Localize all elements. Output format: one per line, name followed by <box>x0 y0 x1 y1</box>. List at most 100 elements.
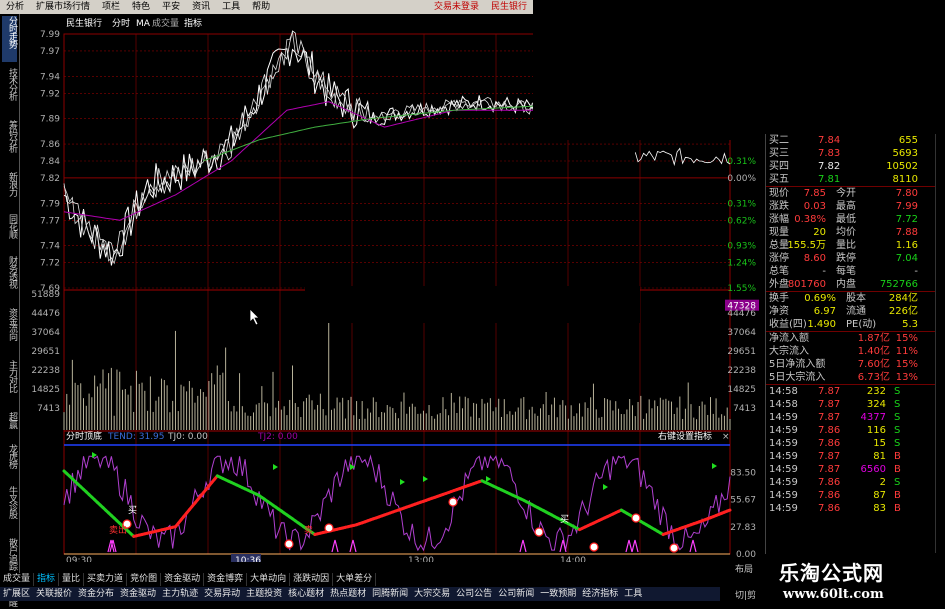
left-tab-6[interactable]: 资金流向 <box>2 308 17 354</box>
chart-header: 民生银行 分时 MA 成交量 指标 <box>66 17 202 29</box>
menu-item-7[interactable]: 帮助 <box>246 0 276 14</box>
tick-price: 7.87 <box>818 399 841 410</box>
extension-tab-9[interactable]: 同腾新闻 <box>369 587 411 601</box>
tick-volume: 232 <box>866 386 886 397</box>
menu-status-1[interactable]: 民生银行 <box>485 0 533 14</box>
tick-price: 7.86 <box>818 477 841 488</box>
extension-tab-3[interactable]: 资金驱动 <box>117 587 159 601</box>
indicator-tab-7[interactable]: 大单动向 <box>247 573 291 586</box>
time-tick: 09:30 <box>66 556 92 562</box>
menu-item-0[interactable]: 分析 <box>0 0 30 14</box>
pct-tick: 0.62% <box>727 216 756 226</box>
stat-row: 涨跌 0.03 最高 7.99 <box>766 200 936 213</box>
indicator-tab-8[interactable]: 涨跌动因 <box>290 573 334 586</box>
top-flag-icon <box>603 484 608 490</box>
tick-time: 14:59 <box>769 412 798 423</box>
extension-tab-10[interactable]: 大宗交易 <box>411 587 453 601</box>
stat-label: 收益(四) <box>769 319 807 330</box>
left-tab-0[interactable]: 分时走势 <box>2 16 17 62</box>
indicator-tab-1[interactable]: 指标 <box>34 573 60 586</box>
top-flag-icon <box>486 476 491 482</box>
time-axis: 09:30 10:36 13:00 14:00 <box>66 554 586 562</box>
extension-tab-1[interactable]: 关联报价 <box>33 587 75 601</box>
tick-time: 14:59 <box>769 451 798 462</box>
extension-tab-4[interactable]: 主力轨迹 <box>159 587 201 601</box>
indicator-tab-3[interactable]: 买卖力道 <box>84 573 128 586</box>
indicator-tab-0[interactable]: 成交量 <box>0 573 35 586</box>
oscillator-line <box>63 454 731 552</box>
extension-tab-11[interactable]: 公司公告 <box>453 587 495 601</box>
left-tab-8[interactable]: 超赢 <box>2 412 17 438</box>
tick-side: B <box>894 451 901 462</box>
stat-value: 6.97 <box>813 306 836 317</box>
stat-value: 155.5万 <box>787 240 826 251</box>
tick-row: 14:59 7.86 83 B <box>766 502 936 515</box>
volume-tick: 29651 <box>727 347 756 357</box>
stat-label: 跌停 <box>836 253 856 264</box>
stat-value: 1.16 <box>895 240 918 251</box>
trend-segment <box>725 508 732 513</box>
menu-item-2[interactable]: 项栏 <box>96 0 126 14</box>
stat-value: 7.72 <box>895 214 918 225</box>
price-tick: 7.77 <box>40 216 60 226</box>
extension-tab-6[interactable]: 主题投资 <box>243 587 285 601</box>
bid-label: 买二 <box>769 135 789 146</box>
menu-item-6[interactable]: 工具 <box>216 0 246 14</box>
tick-time: 14:59 <box>769 425 798 436</box>
indicator-tend: TEND: 31.95 <box>107 432 165 442</box>
tick-price: 7.86 <box>818 425 841 436</box>
left-tab-4[interactable]: 同花顺 <box>2 214 17 250</box>
indicator-tab-6[interactable]: 资金博弈 <box>204 573 248 586</box>
stat-label: 现价 <box>769 188 789 199</box>
menu-item-4[interactable]: 平安 <box>156 0 186 14</box>
tick-price: 7.86 <box>818 503 841 514</box>
extension-tab-7[interactable]: 核心题材 <box>285 587 327 601</box>
indicator-tick: 0.00 <box>736 550 756 560</box>
stat-label: 净资 <box>769 306 789 317</box>
right-scrollbar[interactable] <box>935 134 945 554</box>
bottom-marker <box>331 539 339 553</box>
menu-status-0[interactable]: 交易未登录 <box>428 0 485 14</box>
signal-markers: 买买卖出卖 <box>92 452 717 553</box>
left-tab-1[interactable]: 技术分析 <box>2 68 17 114</box>
left-tab-10[interactable]: 牛叉诊股 <box>2 486 17 532</box>
indicator-hint[interactable]: 右键设置指标 <box>658 430 712 442</box>
stock-name: 民生银行 <box>66 17 102 29</box>
menu-item-3[interactable]: 特色 <box>126 0 156 14</box>
left-tab-9[interactable]: 龙虎榜 <box>2 444 17 480</box>
extension-tab-12[interactable]: 公司新闻 <box>495 587 537 601</box>
indicator-tab-9[interactable]: 大单差分 <box>333 573 377 586</box>
tick-row: 14:59 7.87 4377 S <box>766 411 936 424</box>
extension-tab-14[interactable]: 经济指标 <box>579 587 621 601</box>
extension-tab-0[interactable]: 扩展区 <box>0 587 33 601</box>
indicator-tab-4[interactable]: 竞价图 <box>127 573 162 586</box>
extension-tab-5[interactable]: 交易异动 <box>201 587 243 601</box>
stat-label: 最低 <box>836 214 856 225</box>
stat-value: 7.99 <box>895 201 918 212</box>
buy-signal-icon <box>448 497 458 507</box>
tick-volume: 87 <box>873 490 886 501</box>
cut-label[interactable]: 切|剪 <box>735 588 756 601</box>
left-tab-2[interactable]: 筹码分析 <box>2 120 17 166</box>
extension-tab-8[interactable]: 热点题材 <box>327 587 369 601</box>
indicator-tab-2[interactable]: 量比 <box>59 573 85 586</box>
left-tab-7[interactable]: 主力对比 <box>2 360 17 406</box>
left-tab-3[interactable]: 新浪力 <box>2 172 17 208</box>
volume-tick: 37064 <box>727 328 756 338</box>
tick-price: 7.87 <box>818 386 841 397</box>
extension-tab-13[interactable]: 一致预期 <box>537 587 579 601</box>
top-flag-icon <box>400 479 405 485</box>
menu-item-1[interactable]: 扩展市场行情 <box>30 0 96 14</box>
indicator-tab-5[interactable]: 资金驱动 <box>161 573 205 586</box>
menu-item-5[interactable]: 资讯 <box>186 0 216 14</box>
extension-tab-2[interactable]: 资金分布 <box>75 587 117 601</box>
layout-label[interactable]: 布局 <box>735 562 753 575</box>
bid-row: 买二 7.84 655 <box>766 134 936 147</box>
left-tab-5[interactable]: 财务透视 <box>2 256 17 302</box>
flow-value: 7.60亿 <box>857 359 890 370</box>
stat-value: 0.38% <box>794 214 826 225</box>
bid-price: 7.84 <box>818 135 841 146</box>
flow-pct: 15% <box>895 333 918 344</box>
close-icon[interactable]: × <box>722 432 730 442</box>
extension-tab-15[interactable]: 工具 <box>621 587 645 601</box>
